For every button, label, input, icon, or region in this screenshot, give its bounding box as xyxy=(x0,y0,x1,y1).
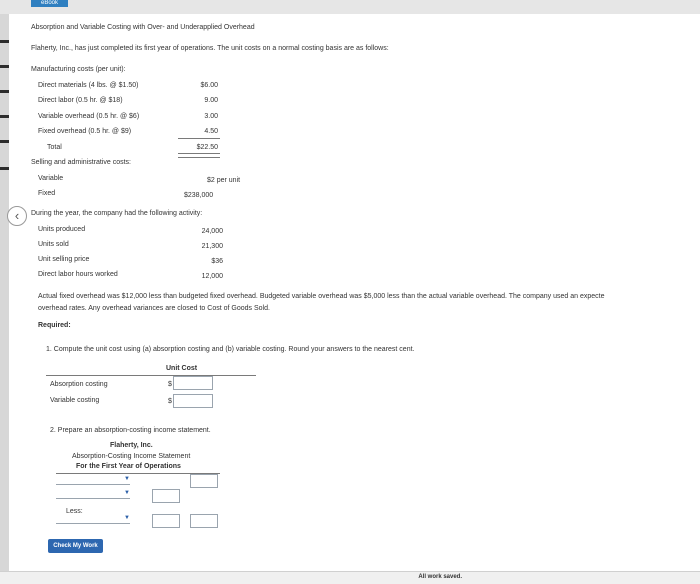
statement-line-select[interactable]: ▼ xyxy=(56,487,130,499)
mfg-item-value: $6.00 xyxy=(200,82,218,89)
activity-item-value: $36 xyxy=(211,258,223,265)
mfg-item-label: Direct materials (4 lbs. @ $1.50) xyxy=(38,82,139,89)
required-label: Required: xyxy=(38,322,71,329)
total-double-rule xyxy=(178,153,220,158)
left-sidebar xyxy=(0,14,9,583)
unit-cost-header: Unit Cost xyxy=(166,365,198,372)
sidebar-mark[interactable] xyxy=(0,115,9,118)
chevron-down-icon: ▼ xyxy=(124,476,130,482)
mfg-item-label: Direct labor (0.5 hr. @ $18) xyxy=(38,97,123,104)
activity-heading: During the year, the company had the fol… xyxy=(31,210,203,217)
absorption-costing-label: Absorption costing xyxy=(50,381,108,388)
top-bar: eBook xyxy=(0,0,700,14)
note-text: Actual fixed overhead was $12,000 less t… xyxy=(38,293,605,300)
mfg-item-value: 4.50 xyxy=(204,128,218,135)
note-text: overhead rates. Any overhead variances a… xyxy=(38,305,270,312)
problem-intro: Flaherty, Inc., has just completed its f… xyxy=(31,45,389,52)
activity-item-value: 24,000 xyxy=(201,228,223,235)
variable-unit-cost-input[interactable] xyxy=(173,394,213,408)
activity-item-value: 21,300 xyxy=(201,243,223,250)
sga-item-value: $238,000 xyxy=(184,192,214,199)
currency-symbol: $ xyxy=(168,381,172,388)
statement-title: Absorption-Costing Income Statement xyxy=(72,453,191,460)
statement-amount-input[interactable] xyxy=(152,489,180,503)
sidebar-mark[interactable] xyxy=(0,167,9,170)
chevron-down-icon: ▼ xyxy=(124,490,130,496)
statement-line-select[interactable]: ▼ xyxy=(56,473,130,485)
mfg-item-label: Variable overhead (0.5 hr. @ $6) xyxy=(38,113,140,120)
mfg-heading: Manufacturing costs (per unit): xyxy=(31,66,126,73)
mfg-item-label: Fixed overhead (0.5 hr. @ $9) xyxy=(38,128,132,135)
sidebar-mark[interactable] xyxy=(0,65,9,68)
save-status: All work saved. xyxy=(418,574,462,580)
mfg-item-value: 3.00 xyxy=(204,113,218,120)
table-rule xyxy=(46,375,256,376)
statement-period: For the First Year of Operations xyxy=(76,463,181,470)
problem-title: Absorption and Variable Costing with Ove… xyxy=(31,24,255,31)
activity-item-label: Units produced xyxy=(38,226,86,233)
activity-item-label: Unit selling price xyxy=(38,256,90,263)
absorption-unit-cost-input[interactable] xyxy=(173,376,213,390)
sidebar-mark[interactable] xyxy=(0,140,9,143)
activity-item-label: Units sold xyxy=(38,241,69,248)
chevron-down-icon: ▼ xyxy=(124,515,130,521)
total-label: Total xyxy=(47,144,62,151)
total-rule xyxy=(178,138,220,139)
activity-item-label: Direct labor hours worked xyxy=(38,271,118,278)
total-value: $22.50 xyxy=(196,144,218,151)
activity-item-value: 12,000 xyxy=(201,273,223,280)
check-my-work-button[interactable]: Check My Work xyxy=(48,539,103,553)
footer-bar: All work saved. xyxy=(0,571,700,584)
variable-costing-label: Variable costing xyxy=(50,397,100,404)
sga-item-label: Variable xyxy=(38,175,64,182)
ebook-tab[interactable]: eBook xyxy=(31,0,68,7)
currency-symbol: $ xyxy=(168,398,172,405)
statement-amount-input[interactable] xyxy=(152,514,180,528)
mfg-item-value: 9.00 xyxy=(204,97,218,104)
sga-heading: Selling and administrative costs: xyxy=(31,159,131,166)
statement-amount-input[interactable] xyxy=(190,514,218,528)
sidebar-mark[interactable] xyxy=(0,90,9,93)
sga-item-value: $2 per unit xyxy=(207,177,241,184)
q2-prompt: 2. Prepare an absorption-costing income … xyxy=(50,427,211,434)
statement-line-select[interactable]: ▼ xyxy=(56,512,130,524)
sidebar-mark[interactable] xyxy=(0,40,9,43)
back-arrow-button[interactable]: ‹ xyxy=(7,206,27,226)
q1-prompt: 1. Compute the unit cost using (a) absor… xyxy=(46,346,415,353)
statement-amount-input[interactable] xyxy=(190,474,218,488)
statement-company: Flaherty, Inc. xyxy=(110,442,153,449)
sga-item-label: Fixed xyxy=(38,190,56,197)
